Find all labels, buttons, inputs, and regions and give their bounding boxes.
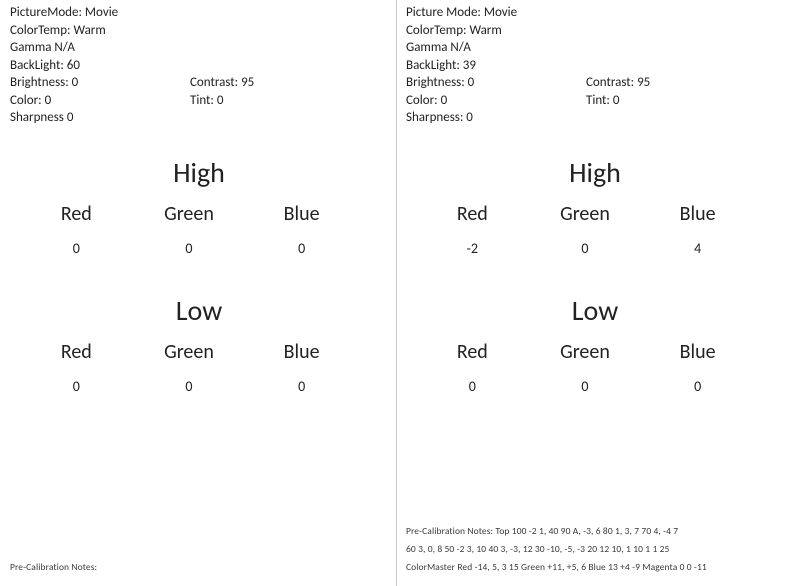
label-sharpness: Sharpness bbox=[10, 110, 67, 125]
left-high-blue: 0 bbox=[262, 240, 342, 257]
right-high-block: High Red -2 Green 0 Blue 4 bbox=[406, 155, 784, 257]
right-notes-line2: 60 3, 0, 8 50 -2 3, 10 40 3, -3, 12 30 -… bbox=[406, 544, 782, 556]
label-green: Green bbox=[149, 340, 229, 364]
label-tint: Tint bbox=[190, 93, 217, 108]
high-title: High bbox=[406, 155, 784, 190]
label-blue: Blue bbox=[658, 340, 738, 364]
left-settings-block: PictureModeMovie ColorTempWarm GammaN/A … bbox=[10, 4, 388, 127]
value-gamma: N/A bbox=[54, 40, 74, 55]
value-picture-mode: Movie bbox=[85, 5, 118, 20]
label-contrast: Contrast bbox=[586, 75, 637, 90]
right-low-red: 0 bbox=[432, 378, 512, 395]
right-high-red: -2 bbox=[432, 240, 512, 257]
label-blue: Blue bbox=[658, 202, 738, 226]
label-color-temp: ColorTemp bbox=[10, 23, 73, 38]
left-high-red: 0 bbox=[36, 240, 116, 257]
label-brightness: Brightness bbox=[10, 75, 72, 90]
label-green: Green bbox=[149, 202, 229, 226]
right-notes: Pre-Calibration Notes: Top 100 -2 1, 40 … bbox=[406, 526, 782, 580]
value-gamma: N/A bbox=[450, 40, 470, 55]
left-low-green: 0 bbox=[149, 378, 229, 395]
low-title: Low bbox=[10, 293, 388, 328]
label-red: Red bbox=[36, 340, 116, 364]
value-contrast: 95 bbox=[637, 75, 650, 90]
value-brightness: 0 bbox=[468, 75, 475, 90]
value-tint: 0 bbox=[217, 93, 224, 108]
label-green: Green bbox=[545, 202, 625, 226]
label-sharpness: Sharpness bbox=[406, 110, 466, 125]
label-green: Green bbox=[545, 340, 625, 364]
label-blue: Blue bbox=[262, 340, 342, 364]
right-low-blue: 0 bbox=[658, 378, 738, 395]
low-title: Low bbox=[406, 293, 784, 328]
left-panel: PictureModeMovie ColorTempWarm GammaN/A … bbox=[0, 0, 396, 586]
label-picture-mode: Picture Mode bbox=[406, 5, 484, 20]
label-color: Color bbox=[10, 93, 45, 108]
value-brightness: 0 bbox=[72, 75, 79, 90]
high-title: High bbox=[10, 155, 388, 190]
left-levels: High Red 0 Green 0 Blue 0 Low Red 0 Green 0 B… bbox=[10, 155, 388, 395]
value-sharpness: 0 bbox=[67, 110, 74, 125]
right-high-blue: 4 bbox=[658, 240, 738, 257]
right-high-green: 0 bbox=[545, 240, 625, 257]
label-picture-mode: PictureMode bbox=[10, 5, 85, 20]
left-low-red: 0 bbox=[36, 378, 116, 395]
label-gamma: Gamma bbox=[406, 40, 450, 55]
label-color: Color bbox=[406, 93, 441, 108]
label-red: Red bbox=[36, 202, 116, 226]
value-color: 0 bbox=[45, 93, 52, 108]
label-color-temp: ColorTemp bbox=[406, 23, 469, 38]
label-tint: Tint bbox=[586, 93, 613, 108]
value-backlight: 39 bbox=[463, 58, 476, 73]
right-low-green: 0 bbox=[545, 378, 625, 395]
left-low-block: Low Red 0 Green 0 Blue 0 bbox=[10, 293, 388, 395]
left-high-block: High Red 0 Green 0 Blue 0 bbox=[10, 155, 388, 257]
label-gamma: Gamma bbox=[10, 40, 54, 55]
label-backlight: BackLight bbox=[10, 58, 67, 73]
label-blue: Blue bbox=[262, 202, 342, 226]
value-color: 0 bbox=[441, 93, 448, 108]
value-sharpness: 0 bbox=[466, 110, 473, 125]
value-color-temp: Warm bbox=[73, 23, 105, 38]
value-backlight: 60 bbox=[67, 58, 80, 73]
left-notes: Pre-Calibration Notes: bbox=[10, 562, 386, 580]
right-settings-block: Picture ModeMovie ColorTempWarm GammaN/A… bbox=[406, 4, 784, 127]
left-notes-title: Pre-Calibration Notes: bbox=[10, 562, 386, 574]
value-color-temp: Warm bbox=[469, 23, 501, 38]
label-red: Red bbox=[432, 340, 512, 364]
left-low-blue: 0 bbox=[262, 378, 342, 395]
value-tint: 0 bbox=[613, 93, 620, 108]
right-panel: Picture ModeMovie ColorTempWarm GammaN/A… bbox=[396, 0, 792, 586]
label-brightness: Brightness bbox=[406, 75, 468, 90]
right-notes-line3: ColorMaster Red -14, 5, 3 15 Green +11, … bbox=[406, 562, 782, 574]
label-backlight: BackLight bbox=[406, 58, 463, 73]
left-high-green: 0 bbox=[149, 240, 229, 257]
label-contrast: Contrast bbox=[190, 75, 241, 90]
value-picture-mode: Movie bbox=[484, 5, 517, 20]
value-contrast: 95 bbox=[241, 75, 254, 90]
right-notes-line1: Pre-Calibration Notes: Top 100 -2 1, 40 … bbox=[406, 526, 782, 538]
right-levels: High Red -2 Green 0 Blue 4 Low Red 0 Green 0 … bbox=[406, 155, 784, 395]
label-red: Red bbox=[432, 202, 512, 226]
right-low-block: Low Red 0 Green 0 Blue 0 bbox=[406, 293, 784, 395]
